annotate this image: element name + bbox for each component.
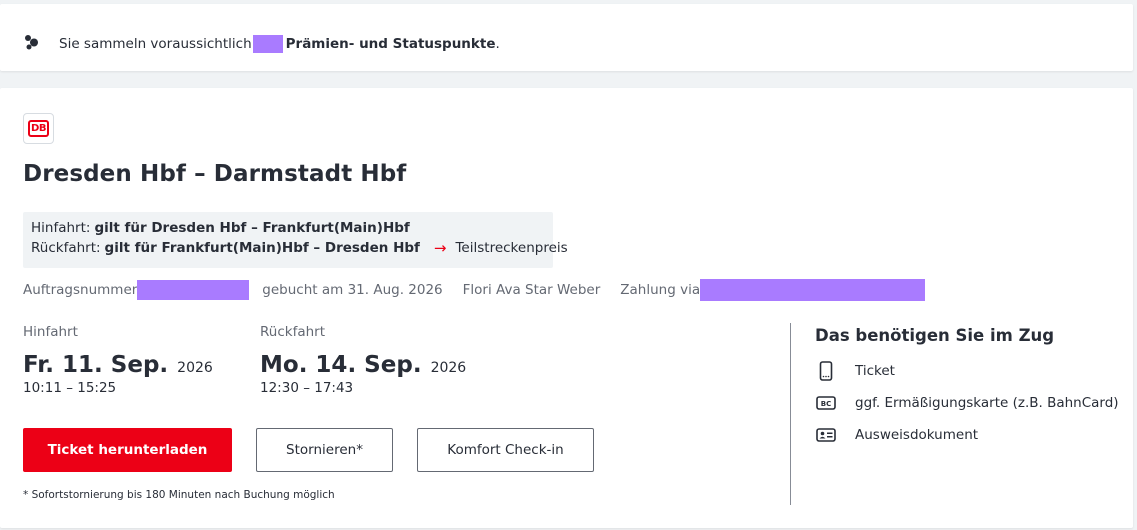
payment-label: Zahlung via [620, 282, 701, 298]
ticket-validity-box: Hinfahrt: gilt für Dresden Hbf – Frankfu… [23, 212, 568, 268]
outbound-validity-label: Hinfahrt: [31, 220, 91, 236]
route-title: Dresden Hbf – Darmstadt Hbf [23, 161, 407, 187]
section-divider [790, 323, 791, 505]
booking-card: DB Dresden Hbf – Darmstadt Hbf Hinfahrt:… [0, 88, 1133, 528]
outbound-year: 2026 [177, 360, 213, 376]
partial-price-label: Teilstreckenpreis [455, 240, 568, 256]
required-item-label: Ausweisdokument [855, 427, 979, 443]
outbound-label: Hinfahrt [23, 324, 78, 340]
outbound-validity-value: gilt für Dresden Hbf – Frankfurt(Main)Hb… [94, 220, 410, 236]
bonus-points-banner: Sie sammeln voraussichtlich Prämien- und… [0, 4, 1133, 71]
db-logo: DB [23, 113, 54, 144]
cancellation-footnote: * Sofortstornierung bis 180 Minuten nach… [23, 489, 335, 501]
return-validity-label: Rückfahrt: [31, 240, 101, 256]
outbound-date: Fr. 11. Sep. 2026 [23, 352, 213, 378]
return-validity-value: gilt für Frankfurt(Main)Hbf – Dresden Hb… [104, 240, 420, 256]
redacted-order-number [137, 280, 250, 300]
return-times: 12:30 – 17:43 [260, 380, 354, 396]
traveller-name: Flori Ava Star Weber [462, 282, 601, 298]
redacted-payment-method [700, 279, 926, 301]
arrow-right-icon: → [433, 239, 447, 257]
bonus-points-suffix: . [495, 36, 500, 52]
required-item-label: Ticket [855, 363, 895, 379]
partial-price-link[interactable]: → Teilstreckenpreis [434, 238, 568, 258]
return-year: 2026 [430, 360, 467, 376]
outbound-day: Fr. 11. Sep. [23, 352, 169, 378]
required-documents: Das benötigen Sie im Zug Ticket BC ggf. … [815, 326, 1119, 451]
required-item-ticket: Ticket [815, 355, 1119, 387]
bonus-points-prefix: Sie sammeln voraussichtlich [59, 36, 252, 52]
bonus-points-text: Sie sammeln voraussichtlich Prämien- und… [59, 35, 500, 53]
required-item-bahncard: BC ggf. Ermäßigungskarte (z.B. BahnCard) [815, 387, 1119, 419]
phone-icon [815, 361, 837, 381]
return-validity: Rückfahrt: gilt für Frankfurt(Main)Hbf –… [31, 238, 568, 258]
return-date: Mo. 14. Sep. 2026 [260, 352, 466, 378]
comfort-checkin-button[interactable]: Komfort Check-in [417, 428, 594, 472]
bonus-points-label: Prämien- und Statuspunkte [285, 36, 496, 52]
return-day: Mo. 14. Sep. [260, 352, 422, 378]
svg-text:BC: BC [821, 400, 831, 408]
bahncard-icon: BC [815, 393, 837, 413]
outbound-validity: Hinfahrt: gilt für Dresden Hbf – Frankfu… [31, 218, 545, 238]
order-number-label: Auftragsnummer [23, 282, 138, 298]
return-label: Rückfahrt [260, 324, 325, 340]
order-info: Auftragsnummer gebucht am 31. Aug. 2026 … [23, 279, 926, 301]
redacted-points-value [252, 35, 283, 53]
outbound-trip: Hinfahrt Fr. 11. Sep. 2026 10:11 – 15:25 [23, 324, 213, 396]
return-trip: Rückfahrt Mo. 14. Sep. 2026 12:30 – 17:4… [260, 324, 466, 396]
cancel-button[interactable]: Stornieren* [256, 428, 393, 472]
required-item-label: ggf. Ermäßigungskarte (z.B. BahnCard) [855, 395, 1119, 411]
id-card-icon [815, 425, 837, 445]
bonus-dots-icon [24, 34, 44, 52]
required-item-id: Ausweisdokument [815, 419, 1119, 451]
required-documents-heading: Das benötigen Sie im Zug [815, 326, 1055, 345]
db-logo-mark: DB [28, 120, 49, 137]
booking-date: gebucht am 31. Aug. 2026 [262, 282, 443, 298]
download-ticket-button[interactable]: Ticket herunterladen [23, 428, 232, 472]
outbound-times: 10:11 – 15:25 [23, 380, 117, 396]
